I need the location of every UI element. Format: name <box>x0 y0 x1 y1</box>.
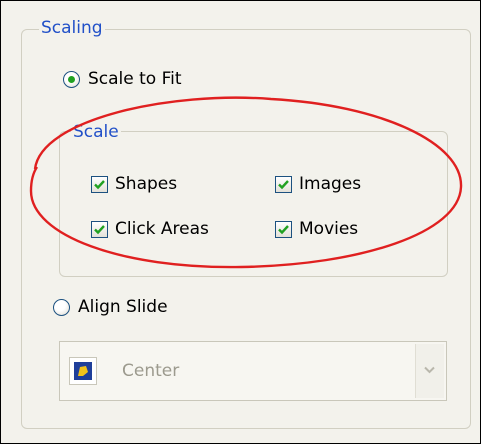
alignment-selected-value: Center <box>122 361 180 381</box>
align-slide-option[interactable]: Align Slide <box>53 297 168 317</box>
movies-label: Movies <box>299 219 359 239</box>
align-slide-label: Align Slide <box>78 297 168 317</box>
scaling-panel: Scaling Scale to Fit Scale Shapes Images… <box>0 0 481 444</box>
align-slide-radio[interactable] <box>53 298 70 316</box>
scale-to-fit-radio[interactable] <box>63 70 80 88</box>
chevron-down-icon <box>424 366 435 374</box>
shapes-label: Shapes <box>115 174 178 194</box>
scale-group-box <box>59 131 448 277</box>
scale-to-fit-option[interactable]: Scale to Fit <box>63 69 182 89</box>
shapes-checkbox[interactable] <box>91 175 108 193</box>
movies-checkbox[interactable] <box>275 220 292 238</box>
scale-group-title: Scale <box>71 122 121 142</box>
alignment-dropdown[interactable]: Center <box>59 341 447 401</box>
movies-option[interactable]: Movies <box>275 219 358 239</box>
scaling-group-title: Scaling <box>39 18 105 38</box>
click-areas-label: Click Areas <box>115 219 209 239</box>
images-checkbox[interactable] <box>275 175 292 193</box>
shapes-option[interactable]: Shapes <box>91 174 177 194</box>
align-center-icon <box>69 357 97 385</box>
images-label: Images <box>299 174 362 194</box>
images-option[interactable]: Images <box>275 174 361 194</box>
click-areas-option[interactable]: Click Areas <box>91 219 209 239</box>
dropdown-arrow-button[interactable] <box>415 344 444 398</box>
click-areas-checkbox[interactable] <box>91 220 108 238</box>
scale-to-fit-label: Scale to Fit <box>88 69 182 89</box>
